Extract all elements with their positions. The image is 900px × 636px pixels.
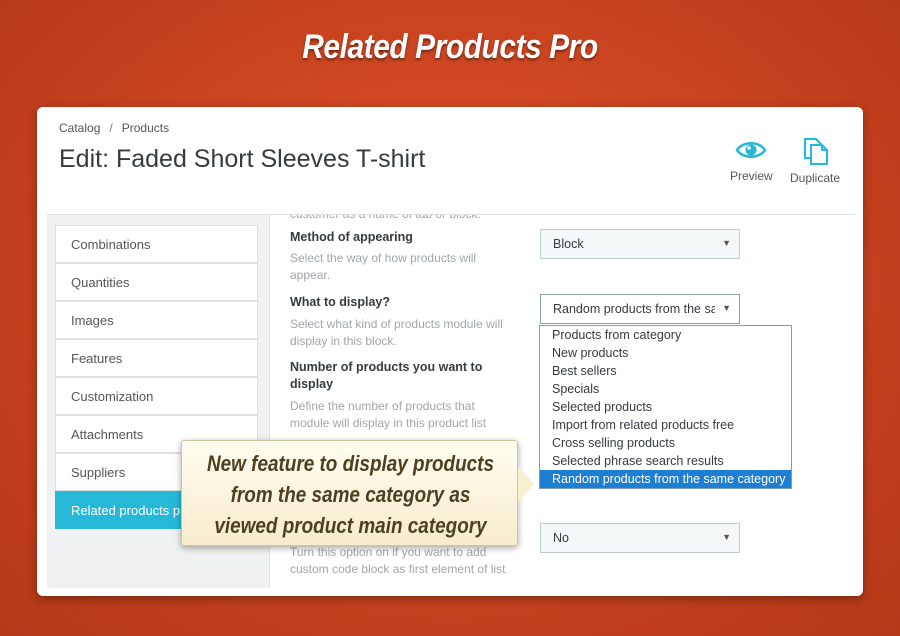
option-phrase-search[interactable]: Selected phrase search results [540, 452, 791, 470]
duplicate-label: Duplicate [790, 171, 841, 185]
option-best-sellers[interactable]: Best sellers [540, 362, 791, 380]
what-label: What to display? [290, 295, 390, 309]
callout-arrow [518, 466, 534, 502]
breadcrumb: Catalog / Products [59, 121, 169, 135]
what-select-value: Random products from the same category [553, 302, 715, 316]
what-dropdown-list: Products from category New products Best… [539, 325, 792, 489]
option-import-related-free[interactable]: Import from related products free [540, 416, 791, 434]
option-specials[interactable]: Specials [540, 380, 791, 398]
chevron-down-icon: ▼ [722, 532, 731, 542]
option-random-same-category[interactable]: Random products from the same category [540, 470, 791, 488]
option-cross-selling[interactable]: Cross selling products [540, 434, 791, 452]
banner-title: Related Products Pro [302, 28, 598, 66]
duplicate-icon [804, 138, 829, 165]
tab-combinations[interactable]: Combinations [55, 225, 258, 263]
breadcrumb-separator: / [109, 121, 113, 135]
chevron-down-icon: ▼ [722, 303, 731, 313]
breadcrumb-catalog[interactable]: Catalog [59, 121, 100, 135]
what-select[interactable]: Random products from the same category ▼ [540, 294, 740, 324]
count-label: Number of products you want to display [290, 360, 483, 391]
preview-button[interactable]: Preview [730, 137, 773, 183]
method-help: Select the way of how products will appe… [290, 251, 477, 282]
page-title: Edit: Faded Short Sleeves T-shirt [59, 145, 426, 173]
custom-block-select-value: No [553, 531, 569, 545]
chevron-down-icon: ▼ [722, 238, 731, 248]
option-products-from-category[interactable]: Products from category [540, 326, 791, 344]
option-new-products[interactable]: New products [540, 344, 791, 362]
method-select-value: Block [553, 237, 584, 251]
breadcrumb-products[interactable]: Products [122, 121, 169, 135]
what-help: Select what kind of products module will… [290, 317, 503, 348]
custom-block-select[interactable]: No ▼ [540, 523, 740, 553]
tab-features[interactable]: Features [55, 339, 258, 377]
callout-text: New feature to display products from the… [206, 451, 494, 538]
method-label: Method of appearing [290, 230, 413, 244]
tab-images[interactable]: Images [55, 301, 258, 339]
preview-label: Preview [730, 169, 773, 183]
feature-callout: New feature to display products from the… [181, 440, 518, 546]
cut-off-help-text: customer as a name of tab or block. [290, 215, 510, 223]
duplicate-button[interactable]: Duplicate [790, 137, 840, 185]
method-select[interactable]: Block ▼ [540, 229, 740, 259]
count-help: Define the number of products that modul… [290, 399, 487, 430]
custom-block-help: Turn this option on if you want to add c… [290, 545, 506, 576]
option-selected-products[interactable]: Selected products [540, 398, 791, 416]
tab-customization[interactable]: Customization [55, 377, 258, 415]
tab-quantities[interactable]: Quantities [55, 263, 258, 301]
eye-icon [735, 142, 767, 158]
